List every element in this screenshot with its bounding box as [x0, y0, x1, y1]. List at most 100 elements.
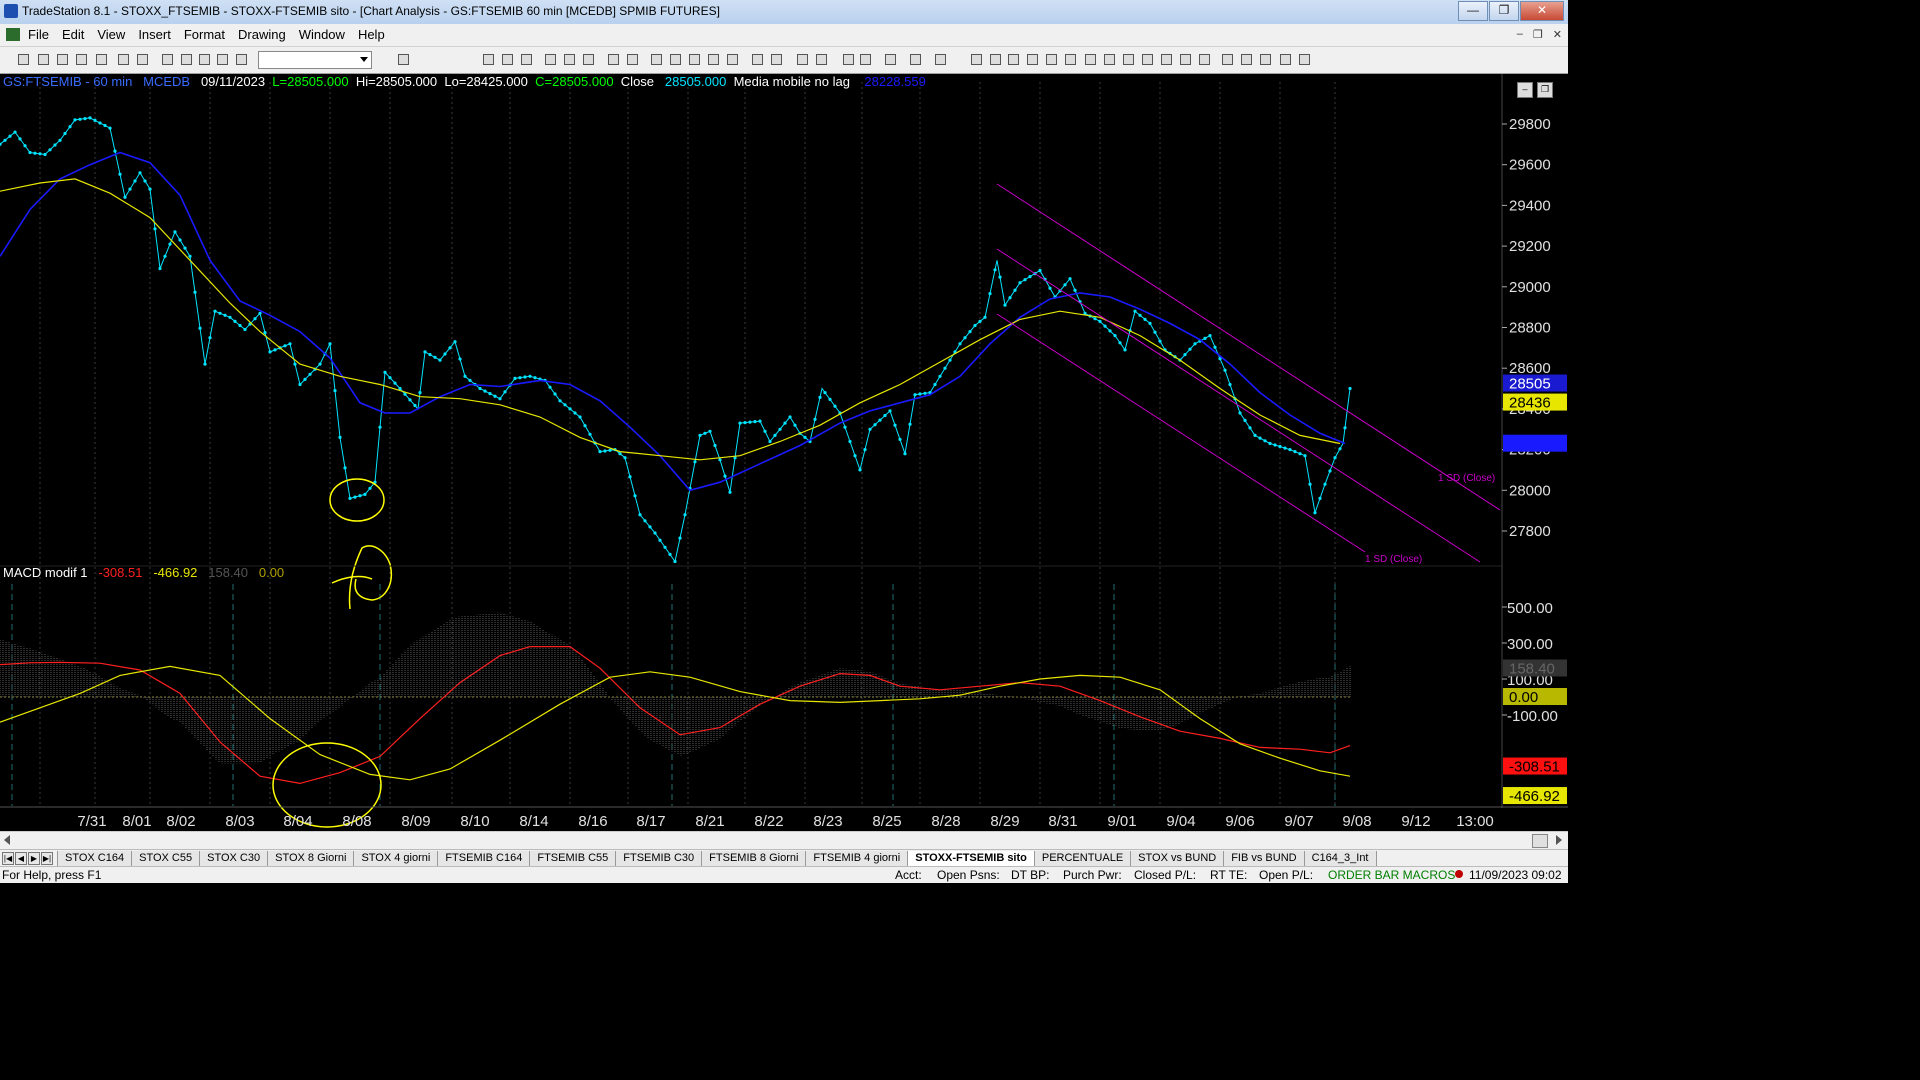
toolbar-button-icon[interactable]	[57, 54, 68, 65]
toolbar-button-icon[interactable]	[843, 54, 854, 65]
toolbar-button-icon[interactable]	[1008, 54, 1019, 65]
tab-item[interactable]: STOX 4 giorni	[353, 851, 439, 867]
toolbar-button-icon[interactable]	[1199, 54, 1210, 65]
toolbar-button-icon[interactable]	[545, 54, 556, 65]
scroll-thumb[interactable]	[1532, 834, 1548, 848]
panel-restore-button[interactable]: ❐	[1537, 82, 1553, 98]
tab-item[interactable]: FTSEMIB 8 Giorni	[701, 851, 807, 867]
toolbar-button-icon[interactable]	[1104, 54, 1115, 65]
menu-window[interactable]: Window	[299, 27, 345, 42]
horizontal-scrollbar[interactable]	[0, 831, 1568, 849]
menu-drawing[interactable]: Drawing	[238, 27, 286, 42]
close-button[interactable]: ✕	[1520, 1, 1564, 21]
price-dot	[283, 344, 287, 348]
mdi-close-button[interactable]: ✕	[1553, 28, 1562, 41]
toolbar-button-icon[interactable]	[689, 54, 700, 65]
toolbar-button-icon[interactable]	[651, 54, 662, 65]
toolbar-button-icon[interactable]	[1085, 54, 1096, 65]
toolbar-button-icon[interactable]	[1161, 54, 1172, 65]
toolbar-button-icon[interactable]	[583, 54, 594, 65]
toolbar-button-icon[interactable]	[38, 54, 49, 65]
toolbar-button-icon[interactable]	[217, 54, 228, 65]
maximize-button[interactable]: ❐	[1489, 1, 1519, 21]
toolbar-button-icon[interactable]	[608, 54, 619, 65]
toolbar-button-icon[interactable]	[910, 54, 921, 65]
menu-edit[interactable]: Edit	[62, 27, 84, 42]
menu-view[interactable]: View	[97, 27, 125, 42]
menu-format[interactable]: Format	[184, 27, 225, 42]
toolbar-button-icon[interactable]	[118, 54, 129, 65]
toolbar-button-icon[interactable]	[483, 54, 494, 65]
tab-item[interactable]: C164_3_Int	[1303, 851, 1377, 867]
tab-next-icon[interactable]: ▶	[28, 852, 40, 865]
toolbar-button-icon[interactable]	[670, 54, 681, 65]
toolbar-button-icon[interactable]	[1142, 54, 1153, 65]
toolbar-button-icon[interactable]	[708, 54, 719, 65]
toolbar-button-icon[interactable]	[137, 54, 148, 65]
tab-prev-icon[interactable]: ◀	[15, 852, 27, 865]
toolbar-button-icon[interactable]	[627, 54, 638, 65]
tab-first-icon[interactable]: |◀	[2, 852, 14, 865]
toolbar-button-icon[interactable]	[1046, 54, 1057, 65]
toolbar-button-icon[interactable]	[18, 54, 29, 65]
toolbar-button-icon[interactable]	[398, 54, 409, 65]
toolbar-button-icon[interactable]	[935, 54, 946, 65]
chart-analysis-window[interactable]: 1 SD (Close) 1 SD (Close) 29800 29600 29400…	[0, 74, 1568, 830]
toolbar-button-icon[interactable]	[727, 54, 738, 65]
tab-item[interactable]: STOX C164	[57, 851, 133, 867]
mdi-minimize-button[interactable]: –	[1517, 28, 1523, 41]
toolbar-button-icon[interactable]	[971, 54, 982, 65]
toolbar-button-icon[interactable]	[1027, 54, 1038, 65]
scroll-left-icon[interactable]	[4, 835, 10, 845]
toolbar-button-icon[interactable]	[76, 54, 87, 65]
toolbar-button-icon[interactable]	[1241, 54, 1252, 65]
tab-item[interactable]: STOX vs BUND	[1130, 851, 1225, 867]
chart-canvas[interactable]: 1 SD (Close) 1 SD (Close) 29800 29600 29400…	[0, 74, 1568, 830]
tab-item[interactable]: FTSEMIB C164	[437, 851, 531, 867]
tab-last-icon[interactable]: ▶|	[41, 852, 53, 865]
chart-window-icon[interactable]	[6, 28, 20, 41]
menu-insert[interactable]: Insert	[138, 27, 171, 42]
toolbar-button-icon[interactable]	[162, 54, 173, 65]
price-dot	[153, 227, 157, 231]
tab-item[interactable]: FTSEMIB 4 giorni	[805, 851, 909, 867]
tab-item[interactable]: STOX 8 Giorni	[267, 851, 355, 867]
toolbar-button-icon[interactable]	[181, 54, 192, 65]
toolbar-button-icon[interactable]	[96, 54, 107, 65]
toolbar-button-icon[interactable]	[771, 54, 782, 65]
toolbar-button-icon[interactable]	[1123, 54, 1134, 65]
menu-file[interactable]: File	[28, 27, 49, 42]
toolbar-button-icon[interactable]	[885, 54, 896, 65]
tab-item[interactable]: FTSEMIB C30	[615, 851, 703, 867]
tab-item[interactable]: STOXX-FTSEMIB sito	[907, 851, 1035, 867]
order-bar-macros[interactable]: ORDER BAR MACROS	[1328, 868, 1455, 882]
toolbar-button-icon[interactable]	[199, 54, 210, 65]
toolbar-button-icon[interactable]	[1222, 54, 1233, 65]
toolbar-button-icon[interactable]	[816, 54, 827, 65]
menu-help[interactable]: Help	[358, 27, 385, 42]
toolbar-button-icon[interactable]	[236, 54, 247, 65]
toolbar-button-icon[interactable]	[1280, 54, 1291, 65]
mdi-restore-button[interactable]: ❐	[1533, 28, 1543, 41]
tab-item[interactable]: FIB vs BUND	[1223, 851, 1305, 867]
toolbar-button-icon[interactable]	[860, 54, 871, 65]
scroll-right-icon[interactable]	[1556, 835, 1562, 845]
tab-item[interactable]: STOX C55	[131, 851, 201, 867]
toolbar-button-icon[interactable]	[564, 54, 575, 65]
toolbar-button-icon[interactable]	[990, 54, 1001, 65]
toolbar-button-icon[interactable]	[1180, 54, 1191, 65]
tab-item[interactable]: FTSEMIB C55	[529, 851, 617, 867]
symbol-dropdown[interactable]	[258, 51, 372, 69]
toolbar-button-icon[interactable]	[797, 54, 808, 65]
toolbar-button-icon[interactable]	[752, 54, 763, 65]
toolbar-button-icon[interactable]	[1299, 54, 1310, 65]
minimize-button[interactable]: —	[1458, 1, 1488, 21]
panel-minimize-button[interactable]: –	[1517, 82, 1533, 98]
toolbar-button-icon[interactable]	[502, 54, 513, 65]
toolbar-button-icon[interactable]	[1260, 54, 1271, 65]
toolbar-button-icon[interactable]	[1065, 54, 1076, 65]
price-dot	[163, 254, 167, 258]
tab-item[interactable]: STOX C30	[199, 851, 269, 867]
toolbar-button-icon[interactable]	[521, 54, 532, 65]
tab-item[interactable]: PERCENTUALE	[1033, 851, 1132, 867]
